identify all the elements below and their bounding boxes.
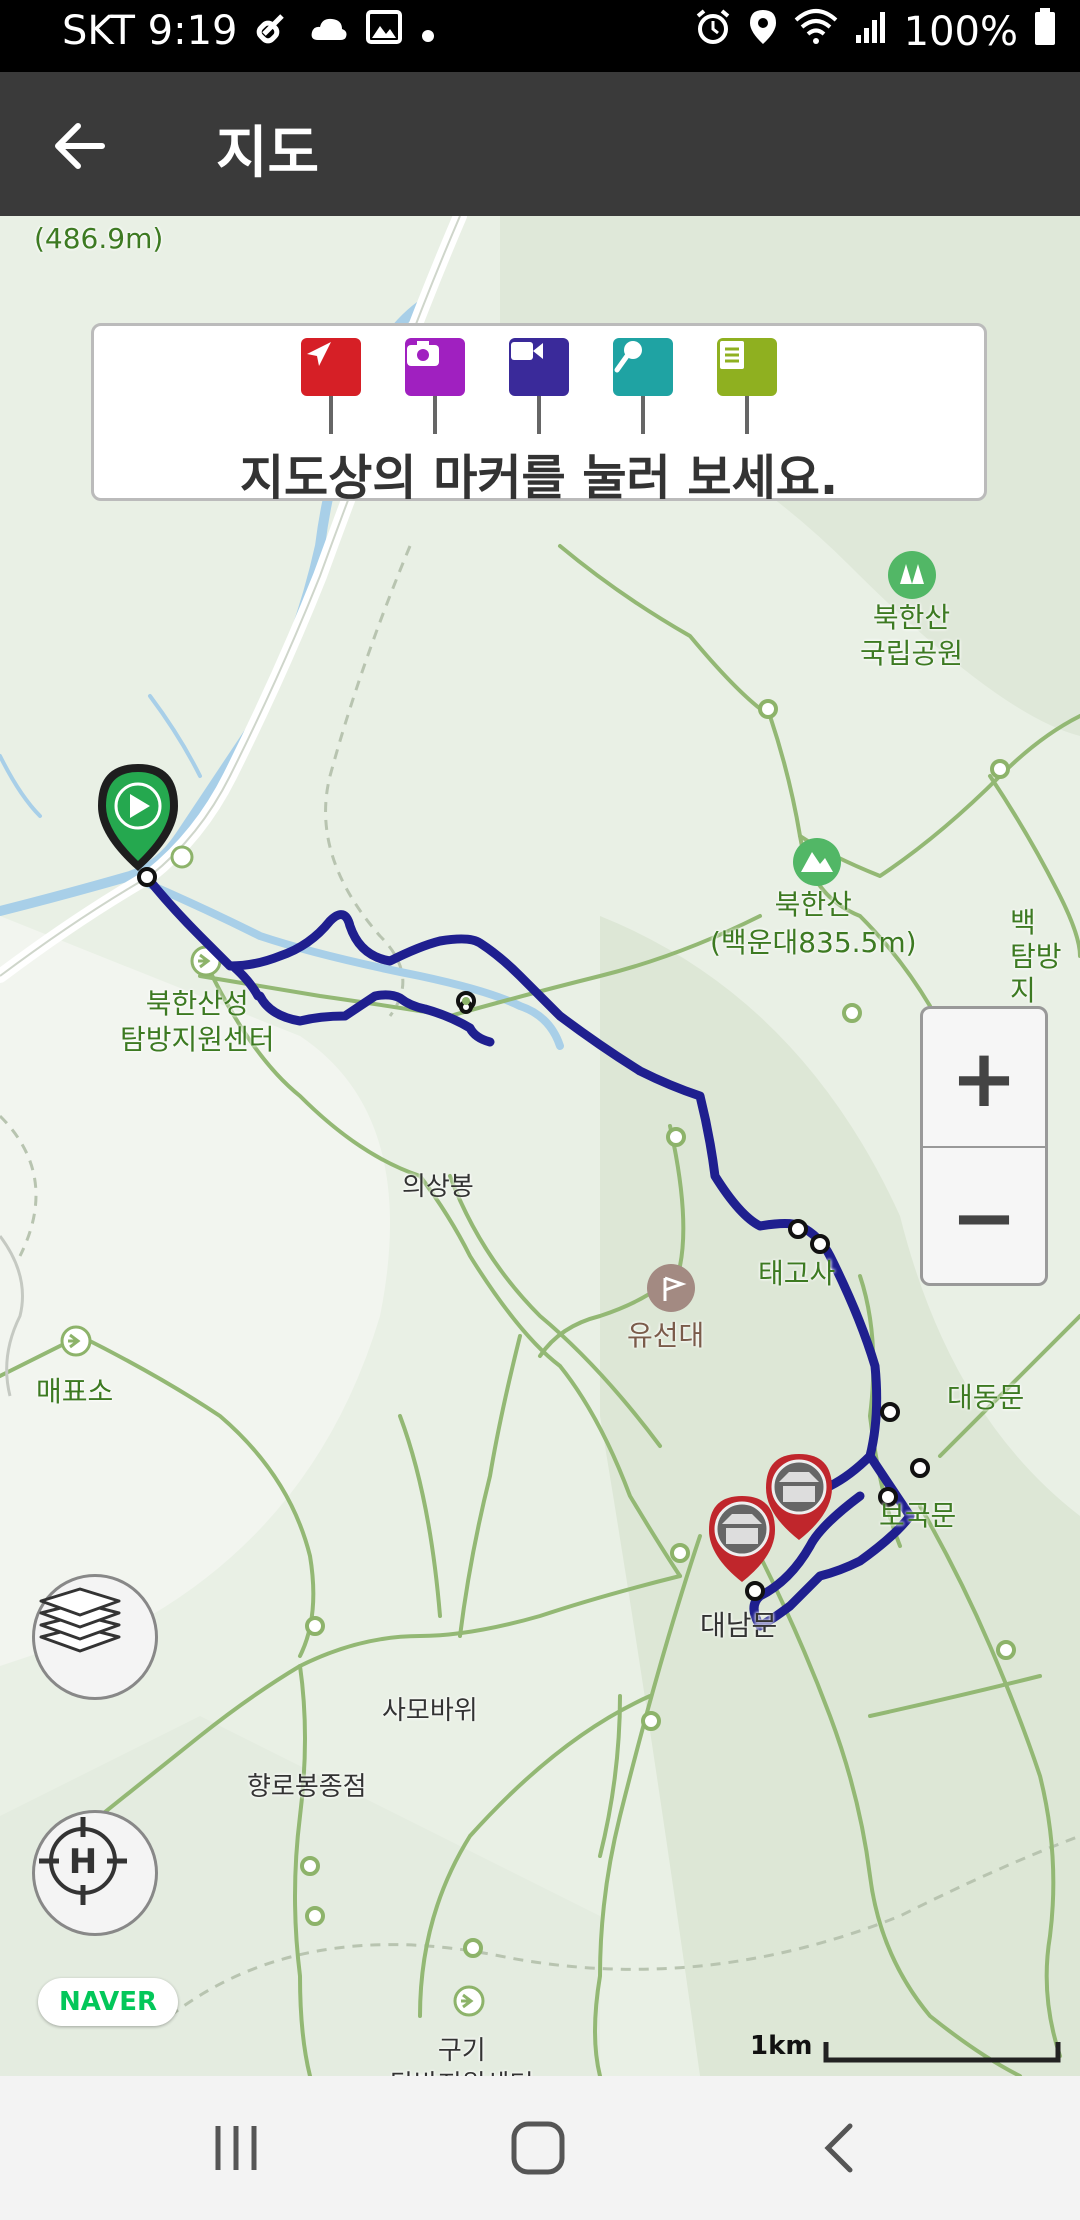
link-icon (256, 8, 292, 54)
right-edge-label: 백 탐방지 (1010, 906, 1062, 1007)
map-view[interactable]: (486.9m) 북한산 국립공원 북한산 (백운대835.5m) 백 탐방지 … (0, 216, 1080, 2076)
system-nav-bar (0, 2076, 1080, 2220)
dot-icon (420, 8, 436, 54)
legend-message: 지도상의 마커를 눌러 보세요. (239, 450, 839, 506)
svg-text:H: H (69, 1842, 97, 1882)
image-icon (365, 8, 402, 54)
microphone-marker-icon (613, 338, 673, 434)
battery-percent: 100% (903, 9, 1018, 55)
recent-apps-icon[interactable] (204, 2116, 268, 2180)
video-marker-icon (509, 338, 569, 434)
uisangbong-label: 의상봉 (402, 1172, 474, 1202)
layers-button[interactable] (32, 1574, 158, 1700)
hyangrobong-label: 향로봉종점 (247, 1772, 367, 1802)
park-icon (888, 551, 936, 599)
daedongmun-label: 대동문 (947, 1381, 1025, 1414)
bogukmun-label: 보국문 (879, 1499, 957, 1532)
yuseondae-label: 유선대 (627, 1319, 705, 1352)
carrier-time: SKT 9:19 (62, 8, 238, 54)
location-icon (748, 8, 778, 56)
maepyoso-label: 매표소 (36, 1375, 114, 1408)
zoom-control: + − (920, 1006, 1048, 1286)
marker-legend: 지도상의 마커를 눌러 보세요. (91, 323, 987, 506)
crosshair-h-icon: H (39, 1817, 127, 1905)
flag-icon (647, 1264, 695, 1312)
status-bar: SKT 9:19 100% (0, 0, 1080, 72)
app-bar: 지도 (0, 72, 1080, 216)
battery-icon (1034, 8, 1056, 56)
elevation-label: (486.9m) (34, 222, 164, 255)
zoom-in-button[interactable]: + (923, 1009, 1045, 1147)
navigation-marker-icon (301, 338, 361, 434)
locate-button[interactable]: H (32, 1810, 158, 1936)
mountain-icon (793, 838, 841, 886)
naver-logo: NAVER (38, 1978, 178, 2026)
scale-bar (823, 2042, 1061, 2063)
gugi-label: 구기 탐방지원센터 (390, 2036, 534, 2076)
park-label: 북한산 국립공원 (860, 601, 964, 670)
daenammun-label: 대남문 (700, 1609, 778, 1642)
signal-icon (854, 9, 888, 55)
camera-marker-icon (405, 338, 465, 434)
layers-icon (39, 1587, 121, 1653)
cloud-icon (310, 8, 348, 54)
wifi-icon (794, 8, 838, 56)
visitor-center-label: 북한산성 탐방지원센터 (120, 987, 275, 1056)
back-arrow-icon[interactable] (50, 116, 110, 176)
home-icon[interactable] (506, 2116, 570, 2180)
alarm-icon (694, 8, 732, 56)
peak-label: 북한산 (백운대835.5m) (710, 888, 917, 959)
back-chevron-icon[interactable] (808, 2116, 872, 2180)
note-marker-icon (717, 338, 777, 434)
page-title: 지도 (216, 121, 320, 186)
zoom-out-button[interactable]: − (923, 1148, 1045, 1286)
taegosa-label: 태고사 (758, 1257, 836, 1290)
scale-label: 1km (750, 2031, 813, 2061)
samobawi-label: 사모바위 (382, 1696, 478, 1726)
